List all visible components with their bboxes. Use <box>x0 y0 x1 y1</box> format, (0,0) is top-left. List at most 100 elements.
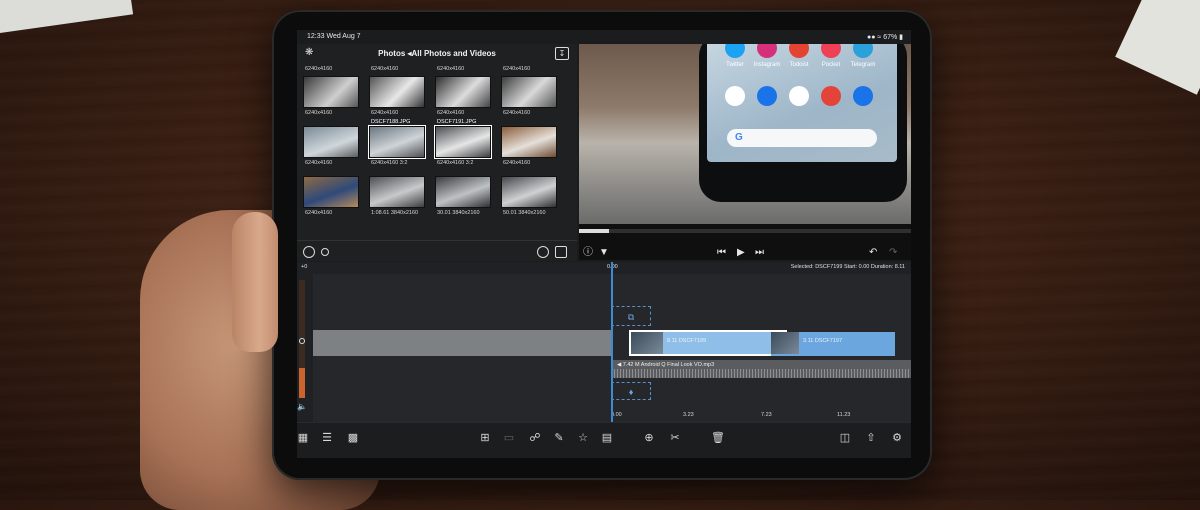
phone-screen: Twitter Instagram Todoist Pocket Telegra… <box>707 44 897 162</box>
timeline: +0 0.00 Selected: DSCF7199 Start: 0.00 D… <box>297 262 911 422</box>
google-logo: G <box>735 132 743 143</box>
video-preview: Twitter Instagram Todoist Pocket Telegra… <box>579 44 911 260</box>
google-search-bar: G <box>727 129 877 147</box>
thumb-label: 50.01 3840x2160 <box>503 210 546 216</box>
media-browser-title[interactable]: Photos ◂All Photos and Videos <box>297 49 577 58</box>
thumbnail-grid: 6240x4160 6240x4160 6240x4160 6240x4160 … <box>303 64 573 240</box>
clip-thumbnail <box>631 332 663 354</box>
thumb-label: 6240x4160 <box>371 110 399 116</box>
volume-knob[interactable] <box>299 338 305 344</box>
status-battery: ●● ≈ 67% ▮ <box>867 34 903 41</box>
battery-percent: 67% <box>883 34 898 41</box>
share-icon[interactable]: ⇧ <box>865 432 877 444</box>
media-thumbnail[interactable] <box>501 76 557 108</box>
skip-forward-icon[interactable]: ⏭ <box>755 248 764 258</box>
chrome-icon <box>821 86 841 106</box>
thumb-label: 6240x4160 <box>437 110 465 116</box>
video-thumbnail[interactable] <box>369 176 425 208</box>
media-thumbnail[interactable] <box>435 76 491 108</box>
split-scissors-icon[interactable]: ✂ <box>669 432 681 444</box>
selected-video-clip[interactable]: 8.11 DSCF7199 <box>629 330 787 356</box>
video-thumbnail[interactable] <box>501 176 557 208</box>
todoist-icon <box>789 44 809 58</box>
add-title-icon[interactable]: ⊞ <box>479 432 491 444</box>
redo-icon[interactable]: ↷ <box>889 248 897 258</box>
favorite-icon[interactable]: ☆ <box>577 432 589 444</box>
marker-icon[interactable]: ▼ <box>599 248 609 258</box>
tracks-icon[interactable]: ▩ <box>347 432 359 444</box>
video-clip[interactable]: 3.11 DSCF7197 <box>771 332 895 356</box>
info-icon[interactable]: ⓘ <box>583 248 593 258</box>
ruler-tick: 7.23 <box>761 412 772 418</box>
instagram-icon <box>757 44 777 58</box>
speaker-icon[interactable]: 🔈 <box>297 402 307 411</box>
layout-icon[interactable]: ◫ <box>839 432 851 444</box>
scrub-progress <box>579 229 609 233</box>
thumb-label: 6240x4160 <box>371 66 399 72</box>
thumb-finger <box>232 212 278 352</box>
delete-trash-icon[interactable]: 🗑 <box>711 432 725 444</box>
preview-frame: Twitter Instagram Todoist Pocket Telegra… <box>579 44 911 224</box>
media-thumbnail[interactable] <box>303 176 359 208</box>
preview-scrubber[interactable] <box>579 229 911 233</box>
audio-track[interactable]: ◀ 7.42 M Android Q Final Look VO.mp3 <box>611 360 911 378</box>
search-icon[interactable] <box>537 246 549 258</box>
link-icon[interactable]: ☍ <box>529 432 541 444</box>
ruler-tick: 3.23 <box>683 412 694 418</box>
phone-in-preview: Twitter Instagram Todoist Pocket Telegra… <box>699 44 907 202</box>
thumb-label: 6240x4160 <box>503 160 531 166</box>
play-store-icon <box>789 86 809 106</box>
clip-label: 3.11 DSCF7197 <box>803 338 843 344</box>
project-icon[interactable]: ▦ <box>297 432 309 444</box>
select-check-icon[interactable] <box>303 246 315 258</box>
media-browser: ❋ Photos ◂All Photos and Videos ↧ 6240x4… <box>297 44 577 261</box>
skip-back-icon[interactable]: ⏮ <box>717 248 726 258</box>
thumb-label: 6240x4160 <box>503 110 531 116</box>
layout-grid-icon[interactable] <box>555 246 567 258</box>
play-icon[interactable]: ▶ <box>737 248 745 258</box>
inspector-icon[interactable]: ▤ <box>601 432 613 444</box>
media-thumbnail-selected[interactable] <box>368 125 426 159</box>
import-icon[interactable]: ↧ <box>555 47 569 60</box>
thumb-label: 6240x4160 <box>437 66 465 72</box>
media-browser-header: ❋ Photos ◂All Photos and Videos ↧ <box>297 44 577 62</box>
file-name: DSCF7191.JPG <box>437 119 477 125</box>
media-thumbnail[interactable] <box>369 76 425 108</box>
file-name: DSCF7188.JPG <box>371 119 411 125</box>
settings-icon[interactable]: ⚙ <box>891 432 903 444</box>
video-thumbnail[interactable] <box>435 176 491 208</box>
media-thumbnail[interactable] <box>501 126 557 158</box>
audio-label: ◀ 7.42 M Android Q Final Look VO.mp3 <box>617 362 715 368</box>
list-icon[interactable]: ☰ <box>321 432 333 444</box>
pocket-icon <box>821 44 841 58</box>
selection-info: Selected: DSCF7199 Start: 0.00 Duration:… <box>790 264 905 270</box>
telegram-icon <box>853 44 873 58</box>
volume-level <box>299 368 305 398</box>
thumb-label: 6240x4160 <box>305 110 333 116</box>
record-icon[interactable] <box>321 248 329 256</box>
time-ruler: 0.00 3.23 7.23 11.23 <box>611 412 909 422</box>
app-label: Telegram <box>850 62 876 68</box>
empty-track-region <box>313 330 611 356</box>
add-audio-placeholder[interactable]: ♦ <box>611 382 651 400</box>
pen-icon[interactable]: ✎ <box>553 432 565 444</box>
timeline-header: +0 0.00 Selected: DSCF7199 Start: 0.00 D… <box>297 262 911 274</box>
add-overlay-placeholder[interactable]: ⧉ <box>611 306 651 326</box>
volume-meter[interactable] <box>299 280 305 398</box>
media-thumbnail-selected[interactable] <box>434 125 492 159</box>
arrow-app-icon <box>757 86 777 106</box>
status-time: 12:33 Wed Aug 7 <box>307 33 361 40</box>
tablet-screen: 12:33 Wed Aug 7 ●● ≈ 67% ▮ ❋ Photos ◂All… <box>297 30 911 458</box>
clip-thumbnail <box>771 332 799 354</box>
media-browser-footer <box>297 240 577 261</box>
thumb-label: 6240x4160 3:2 <box>437 160 474 166</box>
playhead[interactable] <box>611 262 613 422</box>
undo-icon[interactable]: ↶ <box>869 248 877 258</box>
ruler-tick: 11.23 <box>837 412 851 418</box>
caption-icon[interactable]: ▭ <box>503 432 515 444</box>
media-thumbnail[interactable] <box>303 126 359 158</box>
add-icon[interactable]: ⊕ <box>643 432 655 444</box>
gain-value: +0 <box>301 264 308 270</box>
thumb-label: 6240x4160 3:2 <box>371 160 408 166</box>
media-thumbnail[interactable] <box>303 76 359 108</box>
